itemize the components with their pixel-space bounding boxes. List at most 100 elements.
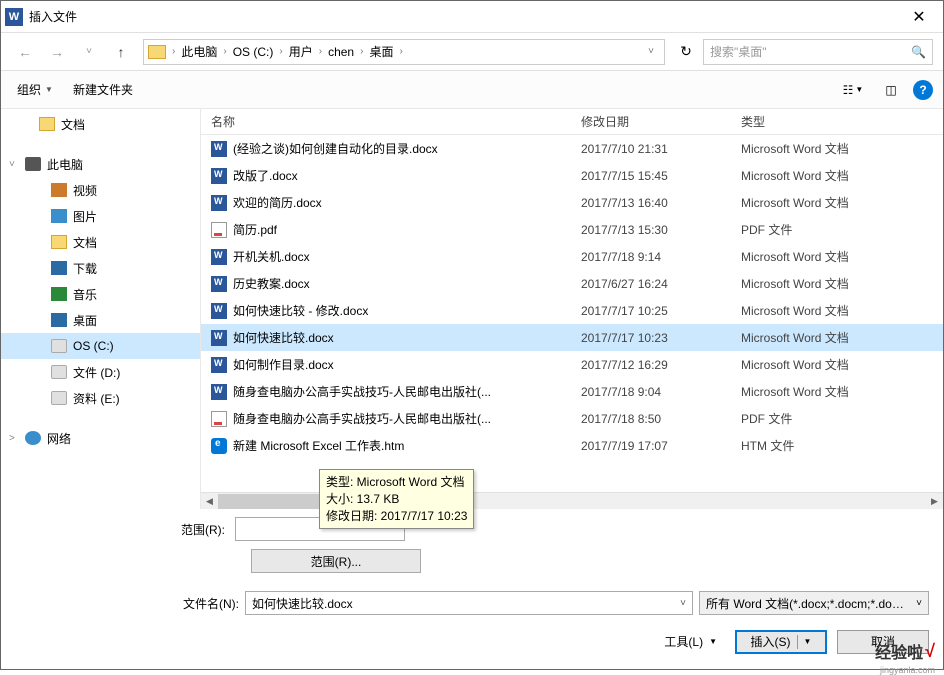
file-row[interactable]: 简历.pdf2017/7/13 15:30PDF 文件 xyxy=(201,216,943,243)
file-type: PDF 文件 xyxy=(731,410,901,427)
file-type: Microsoft Word 文档 xyxy=(731,140,901,157)
nav-back-button[interactable]: ← xyxy=(11,38,39,66)
organize-label: 组织 xyxy=(17,81,41,98)
sidebar-item-label: 资料 (E:) xyxy=(73,390,120,407)
sidebar-item[interactable]: 桌面 xyxy=(1,307,200,333)
file-type: Microsoft Word 文档 xyxy=(731,167,901,184)
help-button[interactable]: ? xyxy=(913,80,933,100)
col-name[interactable]: 名称 xyxy=(201,113,571,130)
file-name-cell: 新建 Microsoft Excel 工作表.htm xyxy=(201,437,571,454)
search-placeholder: 搜索"桌面" xyxy=(710,43,767,60)
chevron-icon[interactable]: ˅ xyxy=(9,159,15,170)
close-button[interactable]: ✕ xyxy=(899,3,939,31)
file-row[interactable]: 如何制作目录.docx2017/7/12 16:29Microsoft Word… xyxy=(201,351,943,378)
file-name-cell: (经验之谈)如何创建自动化的目录.docx xyxy=(201,140,571,157)
file-name-cell: 改版了.docx xyxy=(201,167,571,184)
breadcrumb-item[interactable]: 用户 xyxy=(285,43,317,60)
file-type: Microsoft Word 文档 xyxy=(731,194,901,211)
breadcrumb[interactable]: › 此电脑 › OS (C:) › 用户 › chen › 桌面 › ˅ xyxy=(143,39,665,65)
preview-pane-button[interactable]: ◫ xyxy=(875,78,907,102)
nav-recent-drop[interactable]: ˅ xyxy=(75,38,103,66)
file-date: 2017/7/17 10:25 xyxy=(571,304,731,318)
file-row[interactable]: 改版了.docx 2017/7/15 15:45Microsoft Word 文档 xyxy=(201,162,943,189)
file-row[interactable]: 随身查电脑办公高手实战技巧-人民邮电出版社(...2017/7/18 9:04M… xyxy=(201,378,943,405)
chevron-icon[interactable]: > xyxy=(9,433,15,444)
scroll-left-button[interactable]: ◀ xyxy=(201,493,218,510)
refresh-button[interactable]: ↻ xyxy=(673,39,699,65)
file-row[interactable]: 欢迎的简历.docx2017/7/13 16:40Microsoft Word … xyxy=(201,189,943,216)
chevron-right-icon: › xyxy=(397,46,404,57)
search-icon: 🔍 xyxy=(911,45,926,59)
sidebar-item[interactable]: OS (C:) xyxy=(1,333,200,359)
sidebar-item[interactable]: ˅此电脑 xyxy=(1,151,200,177)
sidebar-item[interactable]: 资料 (E:) xyxy=(1,385,200,411)
sidebar-item[interactable]: 文档 xyxy=(1,111,200,137)
file-row[interactable]: 开机关机.docx2017/7/18 9:14Microsoft Word 文档 xyxy=(201,243,943,270)
organize-menu[interactable]: 组织 ▼ xyxy=(11,77,59,102)
word-file-icon xyxy=(211,330,227,346)
filename-label: 文件名(N): xyxy=(161,595,239,612)
watermark: 经验啦 √ jingyanla.com xyxy=(875,639,935,663)
breadcrumb-item[interactable]: 桌面 xyxy=(365,43,397,60)
file-name: 开机关机.docx xyxy=(233,248,310,265)
file-row[interactable]: (经验之谈)如何创建自动化的目录.docx2017/7/10 21:31Micr… xyxy=(201,135,943,162)
breadcrumb-item[interactable]: 此电脑 xyxy=(177,43,221,60)
col-date[interactable]: 修改日期 xyxy=(571,113,731,130)
file-name: 改版了.docx xyxy=(233,167,298,184)
sidebar[interactable]: 文档˅此电脑视频图片文档下载音乐桌面OS (C:)文件 (D:)资料 (E:)>… xyxy=(1,109,201,509)
view-mode-button[interactable]: ☷ ▼ xyxy=(837,78,869,102)
breadcrumb-item[interactable]: OS (C:) xyxy=(229,45,278,59)
sidebar-item[interactable]: 音乐 xyxy=(1,281,200,307)
word-file-icon xyxy=(211,168,227,184)
sidebar-item[interactable]: 文档 xyxy=(1,229,200,255)
file-date: 2017/7/15 15:45 xyxy=(571,169,731,183)
file-row[interactable]: 如何快速比较 - 修改.docx2017/7/17 10:25Microsoft… xyxy=(201,297,943,324)
sidebar-item[interactable]: 下载 xyxy=(1,255,200,281)
drive-icon xyxy=(51,391,67,405)
sidebar-item[interactable]: 图片 xyxy=(1,203,200,229)
file-date: 2017/7/17 10:23 xyxy=(571,331,731,345)
word-file-icon xyxy=(211,195,227,211)
file-date: 2017/7/10 21:31 xyxy=(571,142,731,156)
file-row[interactable]: 如何快速比较.docx2017/7/17 10:23Microsoft Word… xyxy=(201,324,943,351)
file-row[interactable]: 新建 Microsoft Excel 工作表.htm2017/7/19 17:0… xyxy=(201,432,943,459)
file-date: 2017/7/18 9:04 xyxy=(571,385,731,399)
tooltip-size: 大小: 13.7 KB xyxy=(326,491,467,508)
sidebar-item[interactable]: >网络 xyxy=(1,425,200,451)
file-type: Microsoft Word 文档 xyxy=(731,275,901,292)
sidebar-item-label: 桌面 xyxy=(73,312,97,329)
chevron-down-icon[interactable]: ˅ xyxy=(680,598,686,609)
file-row[interactable]: 随身查电脑办公高手实战技巧-人民邮电出版社(...2017/7/18 8:50P… xyxy=(201,405,943,432)
new-folder-button[interactable]: 新建文件夹 xyxy=(67,77,139,102)
filename-input[interactable]: 如何快速比较.docx ˅ xyxy=(245,591,693,615)
file-list-body[interactable]: (经验之谈)如何创建自动化的目录.docx2017/7/10 21:31Micr… xyxy=(201,135,943,492)
edge-file-icon xyxy=(211,438,227,454)
horizontal-scrollbar[interactable]: ◀ ▶ xyxy=(201,492,943,509)
chevron-down-icon[interactable]: ▼ xyxy=(804,637,812,646)
dialog-buttons: 工具(L) ▼ 插入(S) ▼ 取消 xyxy=(1,621,943,664)
watermark-brand: 经验啦 xyxy=(875,639,923,663)
file-date: 2017/7/13 15:30 xyxy=(571,223,731,237)
insert-button[interactable]: 插入(S) ▼ xyxy=(735,630,827,654)
file-row[interactable]: 历史教案.docx2017/6/27 16:24Microsoft Word 文… xyxy=(201,270,943,297)
tooltip-date: 修改日期: 2017/7/17 10:23 xyxy=(326,508,467,525)
breadcrumb-item[interactable]: chen xyxy=(324,45,358,59)
nav-forward-button[interactable]: → xyxy=(43,38,71,66)
file-name-cell: 开机关机.docx xyxy=(201,248,571,265)
word-file-icon xyxy=(211,384,227,400)
search-input[interactable]: 搜索"桌面" 🔍 xyxy=(703,39,933,65)
file-name: 如何快速比较 - 修改.docx xyxy=(233,302,368,319)
range-button[interactable]: 范围(R)... xyxy=(251,549,421,573)
file-date: 2017/7/12 16:29 xyxy=(571,358,731,372)
tools-menu[interactable]: 工具(L) ▼ xyxy=(656,629,725,654)
file-type-filter[interactable]: 所有 Word 文档(*.docx;*.docm;*.doc;...) ˅ xyxy=(699,591,929,615)
breadcrumb-dropdown[interactable]: ˅ xyxy=(642,46,660,57)
desktop-icon xyxy=(51,313,67,327)
sidebar-item-label: 文件 (D:) xyxy=(73,364,120,381)
sidebar-item[interactable]: 视频 xyxy=(1,177,200,203)
scroll-right-button[interactable]: ▶ xyxy=(926,493,943,510)
col-type[interactable]: 类型 xyxy=(731,113,901,130)
nav-up-button[interactable]: ↑ xyxy=(107,38,135,66)
chevron-right-icon: › xyxy=(358,46,365,57)
sidebar-item[interactable]: 文件 (D:) xyxy=(1,359,200,385)
